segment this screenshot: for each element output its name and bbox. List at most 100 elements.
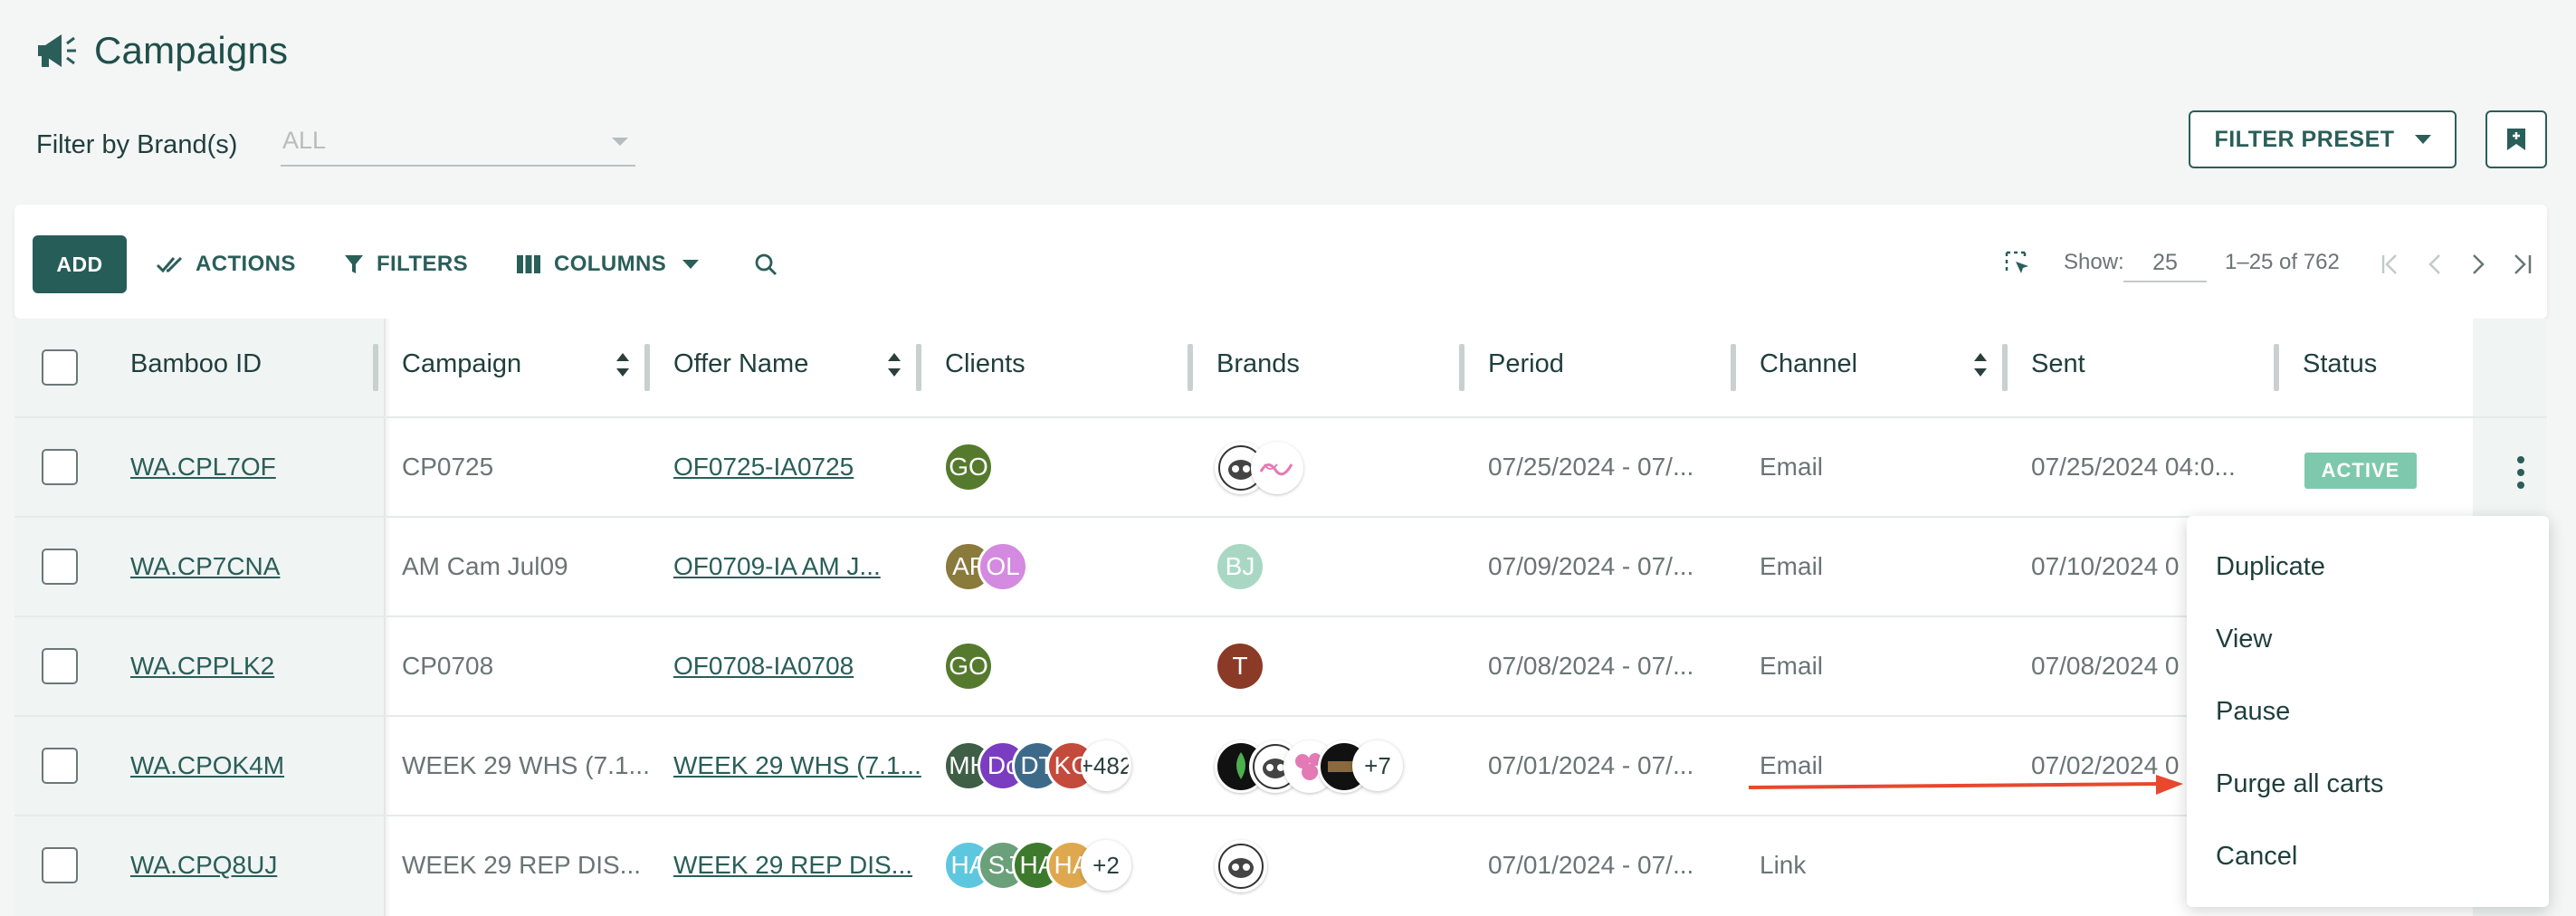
row-checkbox[interactable] — [42, 549, 78, 585]
arrow-annotation — [1748, 775, 2183, 795]
sent-cell: 07/08/2024 0 — [2031, 652, 2180, 680]
page-size-input[interactable]: 25 — [2123, 239, 2207, 282]
table-row[interactable]: WA.CPL7OF CP0725 OF0725-IA0725 GO 07/25/… — [14, 418, 2547, 516]
select-mode-button[interactable] — [1999, 244, 2038, 284]
column-header-sent[interactable]: Sent — [2031, 349, 2085, 379]
page-title: Campaigns — [94, 29, 289, 72]
filter-icon — [345, 255, 363, 273]
bamboo-id-link[interactable]: WA.CPQ8UJ — [130, 851, 277, 880]
period-cell: 07/08/2024 - 07/... — [1488, 652, 1694, 680]
previous-page-button[interactable] — [2417, 244, 2453, 284]
bamboo-id-link[interactable]: WA.CPOK4M — [130, 751, 284, 780]
save-preset-button[interactable] — [2485, 110, 2547, 168]
column-separator[interactable] — [1731, 344, 1736, 391]
brand-avatar[interactable]: T — [1215, 641, 1265, 692]
next-page-button[interactable] — [2460, 244, 2496, 284]
bamboo-id-link[interactable]: WA.CPL7OF — [130, 453, 276, 482]
brand-logo-avatar[interactable] — [1215, 840, 1267, 892]
bamboo-id-link[interactable]: WA.CP7CNA — [130, 552, 280, 581]
offer-name-link[interactable]: WEEK 29 REP DIS... — [673, 851, 912, 880]
show-label: Show: — [2064, 250, 2124, 274]
first-page-icon — [2381, 254, 2397, 274]
offer-name-link[interactable]: OF0709-IA AM J... — [673, 552, 881, 581]
campaign-cell: WEEK 29 REP DIS... — [402, 851, 642, 879]
column-header-period[interactable]: Period — [1488, 349, 1564, 379]
actions-button[interactable]: ACTIONS — [156, 235, 296, 293]
more-brands-badge[interactable]: +7 — [1352, 740, 1403, 791]
sort-icon[interactable] — [1971, 349, 1989, 380]
sent-cell: 07/25/2024 04:0... — [2031, 453, 2236, 481]
row-checkbox[interactable] — [42, 847, 78, 883]
last-page-button[interactable] — [2504, 244, 2540, 284]
script-logo-icon — [1259, 463, 1293, 476]
filter-preset-button[interactable]: FILTER PRESET — [2189, 110, 2457, 168]
more-vertical-icon[interactable] — [2511, 454, 2531, 491]
row-context-menu: Duplicate View Pause Purge all carts Can… — [2187, 516, 2549, 907]
add-button[interactable]: ADD — [33, 235, 127, 293]
campaign-cell: CP0708 — [402, 652, 494, 680]
column-header-campaign[interactable]: Campaign — [402, 349, 521, 379]
columns-button[interactable]: COLUMNS — [516, 235, 700, 293]
brand-select[interactable]: ALL — [281, 118, 635, 167]
column-separator[interactable] — [2002, 344, 2008, 391]
menu-item-duplicate[interactable]: Duplicate — [2187, 530, 2549, 603]
chevron-left-icon — [2428, 254, 2440, 274]
offer-name-link[interactable]: WEEK 29 WHS (7.1... — [673, 751, 921, 780]
columns-icon — [517, 255, 540, 273]
column-separator[interactable] — [644, 344, 650, 391]
campaign-cell: WEEK 29 WHS (7.1... — [402, 751, 650, 779]
pagination-range: 1–25 of 762 — [2225, 250, 2340, 274]
column-separator[interactable] — [1459, 344, 1465, 391]
column-header-offer-name[interactable]: Offer Name — [673, 349, 808, 379]
table-row[interactable]: WA.CPQ8UJ WEEK 29 REP DIS... WEEK 29 REP… — [14, 816, 2547, 914]
chevron-right-icon — [2473, 254, 2485, 274]
sort-icon[interactable] — [885, 349, 903, 380]
period-cell: 07/01/2024 - 07/... — [1488, 851, 1694, 879]
table-row[interactable]: WA.CP7CNA AM Cam Jul09 OF0709-IA AM J...… — [14, 518, 2547, 615]
menu-item-cancel[interactable]: Cancel — [2187, 820, 2549, 892]
column-separator[interactable] — [2274, 344, 2279, 391]
columns-label: COLUMNS — [554, 252, 667, 276]
select-all-checkbox[interactable] — [42, 349, 78, 386]
menu-item-purge-all-carts[interactable]: Purge all carts — [2187, 748, 2549, 820]
brand-select-value: ALL — [282, 127, 327, 154]
column-separator[interactable] — [373, 344, 378, 391]
filters-label: FILTERS — [377, 252, 469, 276]
offer-name-link[interactable]: OF0708-IA0708 — [673, 652, 854, 681]
brand-logo-avatar[interactable] — [1251, 442, 1303, 494]
table-toolbar: ADD ACTIONS FILTERS COLUMNS Show: 25 1–2… — [14, 205, 2547, 319]
last-page-icon — [2514, 254, 2532, 274]
client-avatar[interactable]: OL — [978, 541, 1028, 592]
row-checkbox[interactable] — [42, 748, 78, 784]
row-checkbox[interactable] — [42, 449, 78, 485]
menu-item-view[interactable]: View — [2187, 603, 2549, 675]
campaign-cell: AM Cam Jul09 — [402, 552, 568, 580]
bamboo-id-link[interactable]: WA.CPPLK2 — [130, 652, 274, 681]
column-header-bamboo-id[interactable]: Bamboo ID — [130, 349, 262, 379]
chevron-down-icon — [612, 138, 628, 146]
table-row[interactable]: WA.CPPLK2 CP0708 OF0708-IA0708 GO T 07/0… — [14, 617, 2547, 715]
period-cell: 07/09/2024 - 07/... — [1488, 552, 1694, 580]
column-separator[interactable] — [1188, 344, 1193, 391]
double-check-icon — [156, 256, 183, 273]
column-separator[interactable] — [916, 344, 921, 391]
offer-name-link[interactable]: OF0725-IA0725 — [673, 453, 854, 482]
filters-button[interactable]: FILTERS — [344, 235, 468, 293]
column-header-brands[interactable]: Brands — [1216, 349, 1300, 379]
column-header-status[interactable]: Status — [2303, 349, 2377, 379]
brand-avatar[interactable]: BJ — [1215, 541, 1265, 592]
column-header-clients[interactable]: Clients — [945, 349, 1026, 379]
channel-cell: Email — [1760, 652, 1824, 680]
first-page-button[interactable] — [2373, 244, 2409, 284]
campaigns-table: Bamboo ID Campaign Offer Name Clients Br… — [14, 319, 2547, 916]
search-button[interactable] — [746, 244, 786, 284]
client-avatar[interactable]: GO — [943, 641, 994, 692]
row-checkbox[interactable] — [42, 648, 78, 684]
more-clients-badge[interactable]: +2 — [1081, 840, 1131, 891]
column-header-channel[interactable]: Channel — [1760, 349, 1857, 379]
sort-icon[interactable] — [614, 349, 632, 380]
channel-cell: Email — [1760, 453, 1824, 481]
menu-item-pause[interactable]: Pause — [2187, 675, 2549, 748]
client-avatar[interactable]: GO — [943, 442, 994, 492]
more-clients-badge[interactable]: +482 — [1081, 740, 1131, 791]
